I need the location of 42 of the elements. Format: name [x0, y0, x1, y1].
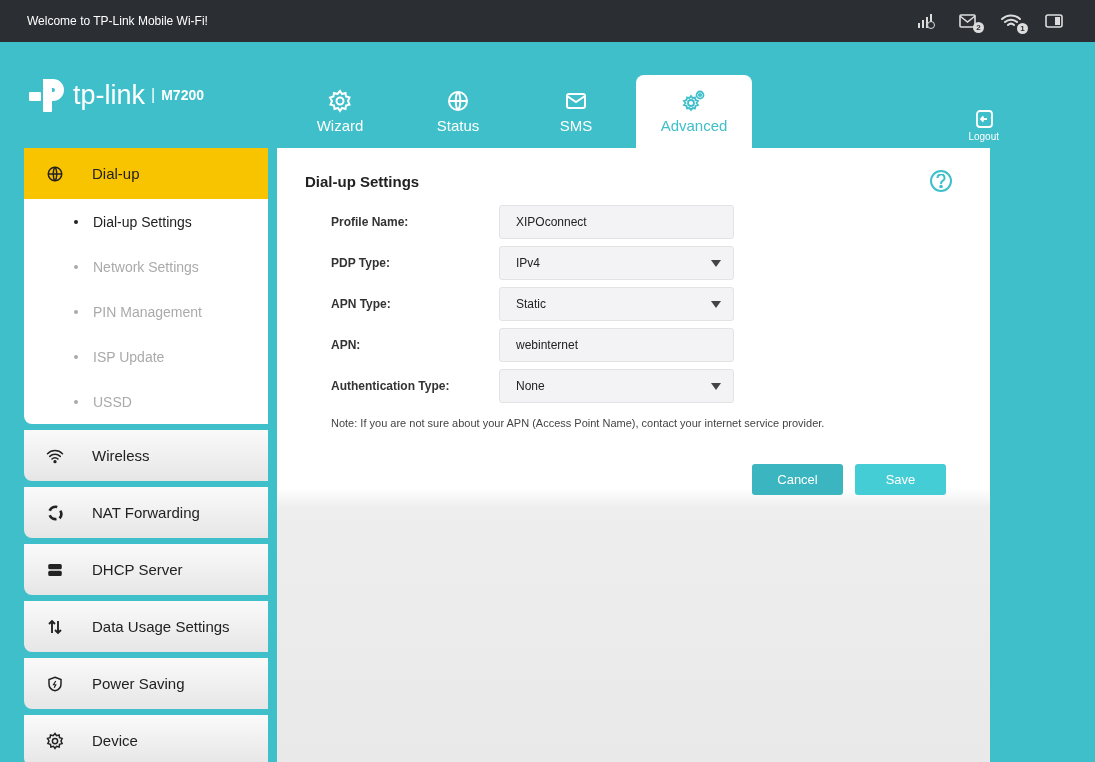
battery-icon	[1045, 14, 1063, 28]
cycle-icon	[46, 503, 64, 522]
globe-icon	[446, 89, 470, 113]
sidebar-item[interactable]: Device	[24, 715, 268, 762]
model-name: M7200	[161, 87, 204, 103]
dropdown-caret-icon	[711, 259, 721, 267]
gears-icon	[682, 89, 706, 113]
gear-icon	[46, 731, 64, 750]
sidebar-item[interactable]: Dial-up	[24, 148, 268, 199]
shield-icon	[46, 674, 64, 693]
gear-icon	[328, 89, 352, 113]
section-title: Dial-up Settings	[305, 172, 420, 190]
field-label: PDP Type:	[331, 256, 391, 270]
sidebar-item[interactable]: NAT Forwarding	[24, 487, 268, 538]
logout-icon	[973, 109, 994, 129]
field-label: APN:	[331, 338, 362, 352]
logo-separator: |	[151, 86, 156, 104]
brand-name: tp-link	[73, 79, 146, 111]
dropdown-caret-icon	[711, 300, 721, 308]
welcome-title: Welcome to TP-Link Mobile Wi-Fi!	[27, 14, 209, 28]
input-field[interactable]: webinternet	[499, 328, 734, 362]
input-field[interactable]: XIPOconnect	[499, 205, 734, 239]
sidebar-item[interactable]: Power Saving	[24, 658, 268, 709]
signal-icon	[917, 13, 935, 29]
dropdown-field[interactable]: None	[499, 369, 734, 403]
dropdown-field[interactable]: IPv4	[499, 246, 734, 280]
field-label: Profile Name:	[331, 215, 410, 229]
sidebar-item[interactable]: Data Usage Settings	[24, 601, 268, 652]
mail-icon[interactable]	[959, 14, 977, 28]
note-text: Note: If you are not sure about your APN (Access Point Name), contact your internet service provider.	[330, 417, 826, 429]
client-count-badge: 1	[1017, 23, 1028, 34]
dropdown-caret-icon	[711, 382, 721, 390]
sidebar-subitem[interactable]: Dial-up Settings	[24, 199, 268, 244]
sidebar-item[interactable]: Wireless	[24, 430, 268, 481]
dropdown-field[interactable]: Static	[499, 287, 734, 321]
sms-count-badge: 2	[973, 22, 984, 33]
field-label: APN Type:	[331, 297, 392, 311]
wifi-icon[interactable]	[1001, 13, 1021, 29]
sidebar-item[interactable]: DHCP Server	[24, 544, 268, 595]
up-down-arrows-icon	[46, 617, 64, 636]
globe-icon	[46, 164, 64, 183]
field-label: Authentication Type:	[331, 379, 451, 393]
